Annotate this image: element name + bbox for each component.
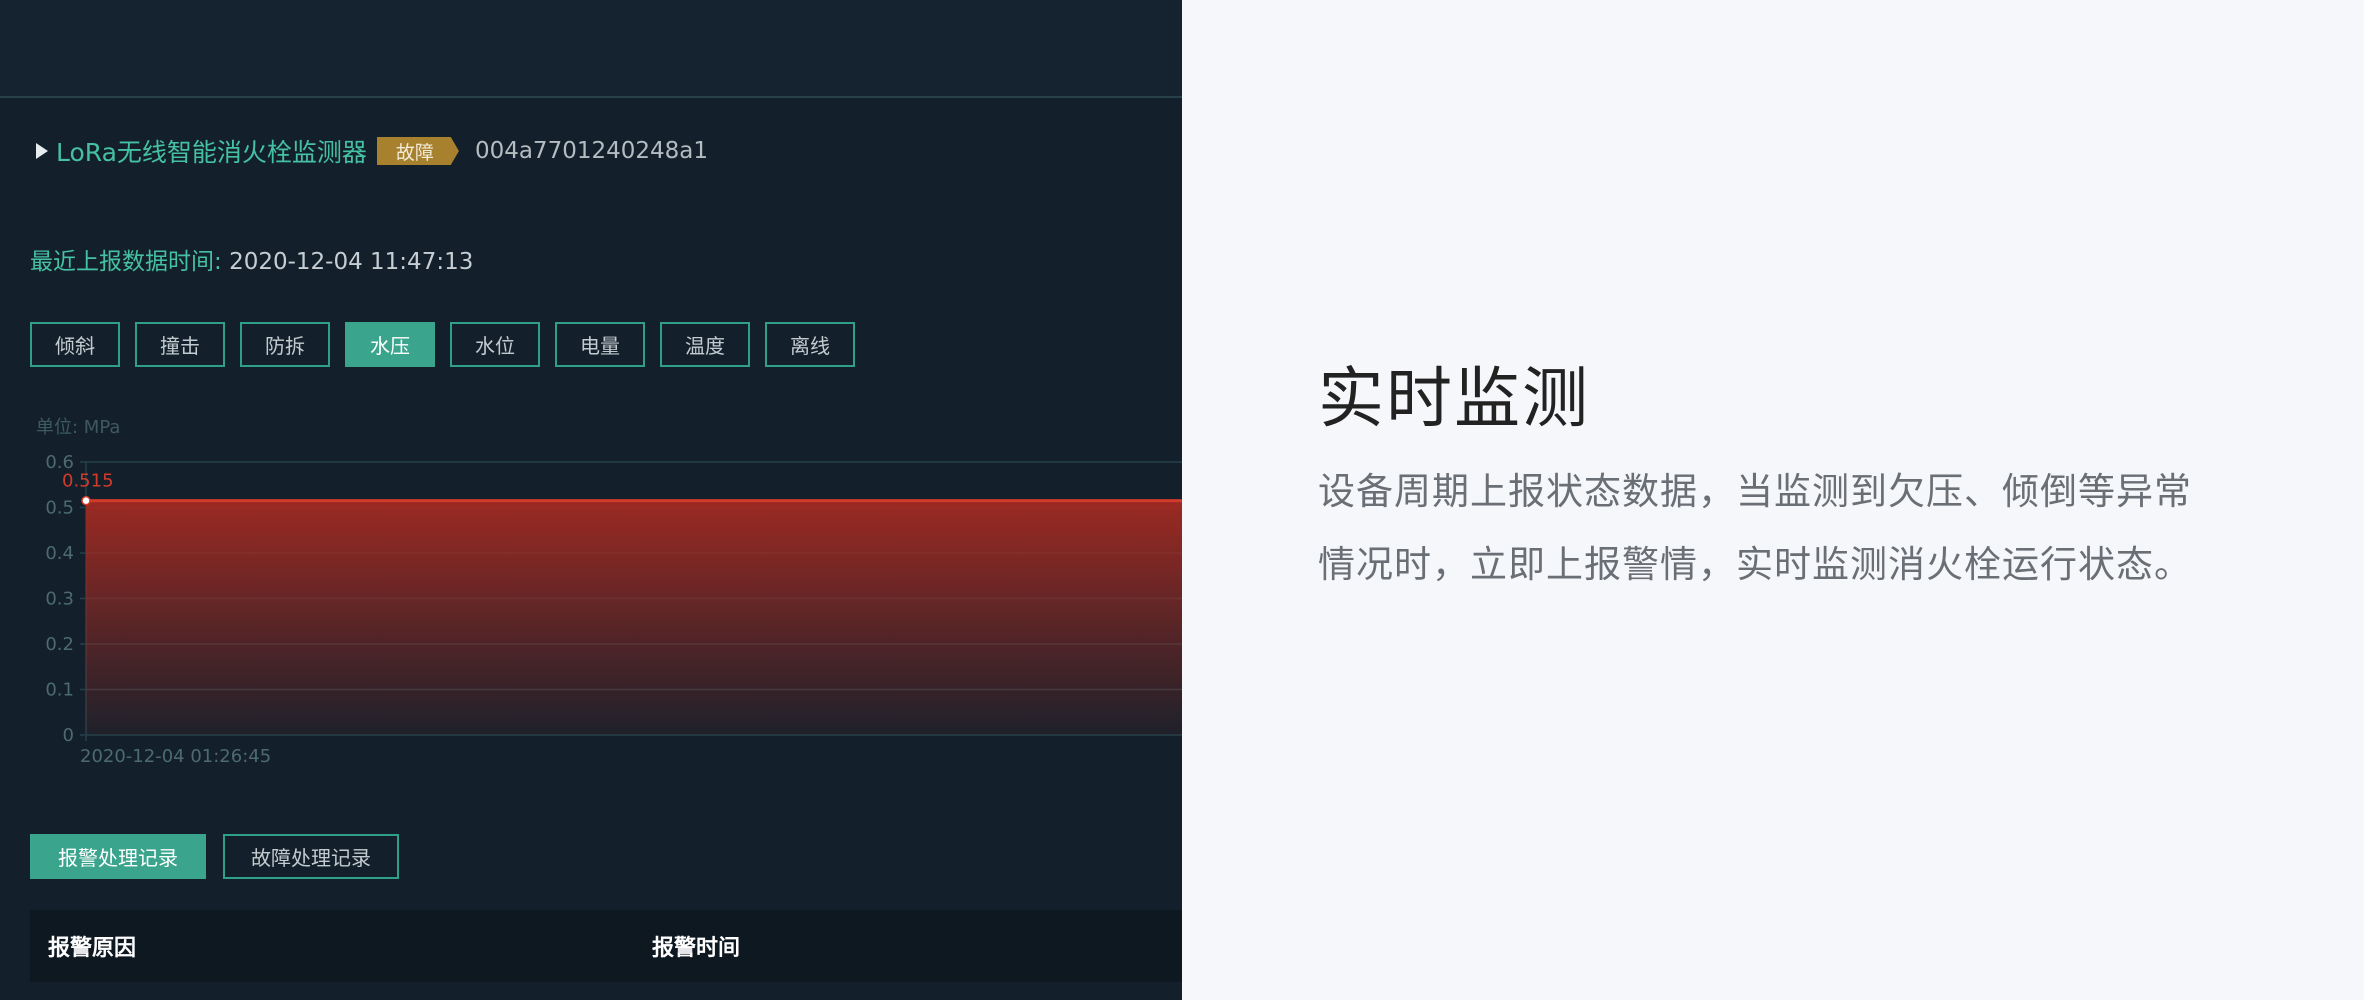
tab-impact[interactable]: 撞击 (135, 322, 225, 367)
column-alarm-reason: 报警原因 (48, 936, 137, 961)
top-bar (0, 0, 1182, 98)
data-label: 0.515 (62, 471, 114, 492)
device-panel: LoRa无线智能消火栓监测器 故障 004a7701240248a1 最近上报数… (0, 0, 1182, 1000)
device-id: 004a7701240248a1 (474, 138, 708, 164)
x-tick-label: 2020-12-04 01:26:45 (80, 746, 271, 767)
tab-water-level[interactable]: 水位 (450, 322, 540, 367)
data-point (81, 495, 91, 506)
y-tick-label: 0.5 (45, 498, 74, 519)
tab-offline[interactable]: 离线 (765, 322, 855, 367)
feature-description: 设备周期上报状态数据，当监测到欠压、倾倒等异常情况时，立即上报警情，实时监测消火… (1318, 470, 2192, 586)
y-tick-label: 0.3 (45, 589, 74, 610)
tab-tamper[interactable]: 防拆 (240, 322, 330, 367)
tab-temperature[interactable]: 温度 (660, 322, 750, 367)
fault-records-button[interactable]: 故障处理记录 (223, 834, 399, 879)
column-alarm-time: 报警时间 (652, 936, 741, 961)
y-tick-label: 0.4 (45, 543, 74, 564)
feature-heading: 实时监测 (1318, 360, 1590, 437)
records-table-header: 报警原因 报警时间 (30, 910, 1182, 982)
metric-tabs: 倾斜 撞击 防拆 水压 水位 电量 温度 离线 (30, 322, 855, 367)
y-tick-label: 0.1 (45, 680, 74, 701)
feature-description-panel: 实时监测 设备周期上报状态数据，当监测到欠压、倾倒等异常情况时，立即上报警情，实… (1182, 0, 2364, 1000)
tab-battery[interactable]: 电量 (555, 322, 645, 367)
tab-tilt[interactable]: 倾斜 (30, 322, 120, 367)
record-buttons: 报警处理记录 故障处理记录 (30, 834, 399, 879)
pressure-area (86, 500, 1182, 735)
status-badge: 故障 (376, 137, 459, 165)
last-report-time: 最近上报数据时间: 2020-12-04 11:47:13 (30, 242, 473, 276)
device-header: LoRa无线智能消火栓监测器 故障 004a7701240248a1 (36, 134, 708, 168)
y-tick-label: 0.2 (45, 634, 74, 655)
device-name: LoRa无线智能消火栓监测器 (56, 138, 367, 167)
tab-water-pressure[interactable]: 水压 (345, 322, 435, 367)
chart-unit-label: 单位: MPa (36, 417, 120, 438)
expand-triangle-icon[interactable] (36, 143, 48, 159)
alarm-records-button[interactable]: 报警处理记录 (30, 834, 206, 879)
pressure-chart: 单位: MPa 00.10.20.30.40.50.62020-12-04 01… (36, 417, 1182, 767)
last-report-label: 最近上报数据时间: (30, 249, 222, 275)
y-tick-label: 0 (63, 725, 74, 746)
last-report-value: 2020-12-04 11:47:13 (229, 249, 474, 275)
